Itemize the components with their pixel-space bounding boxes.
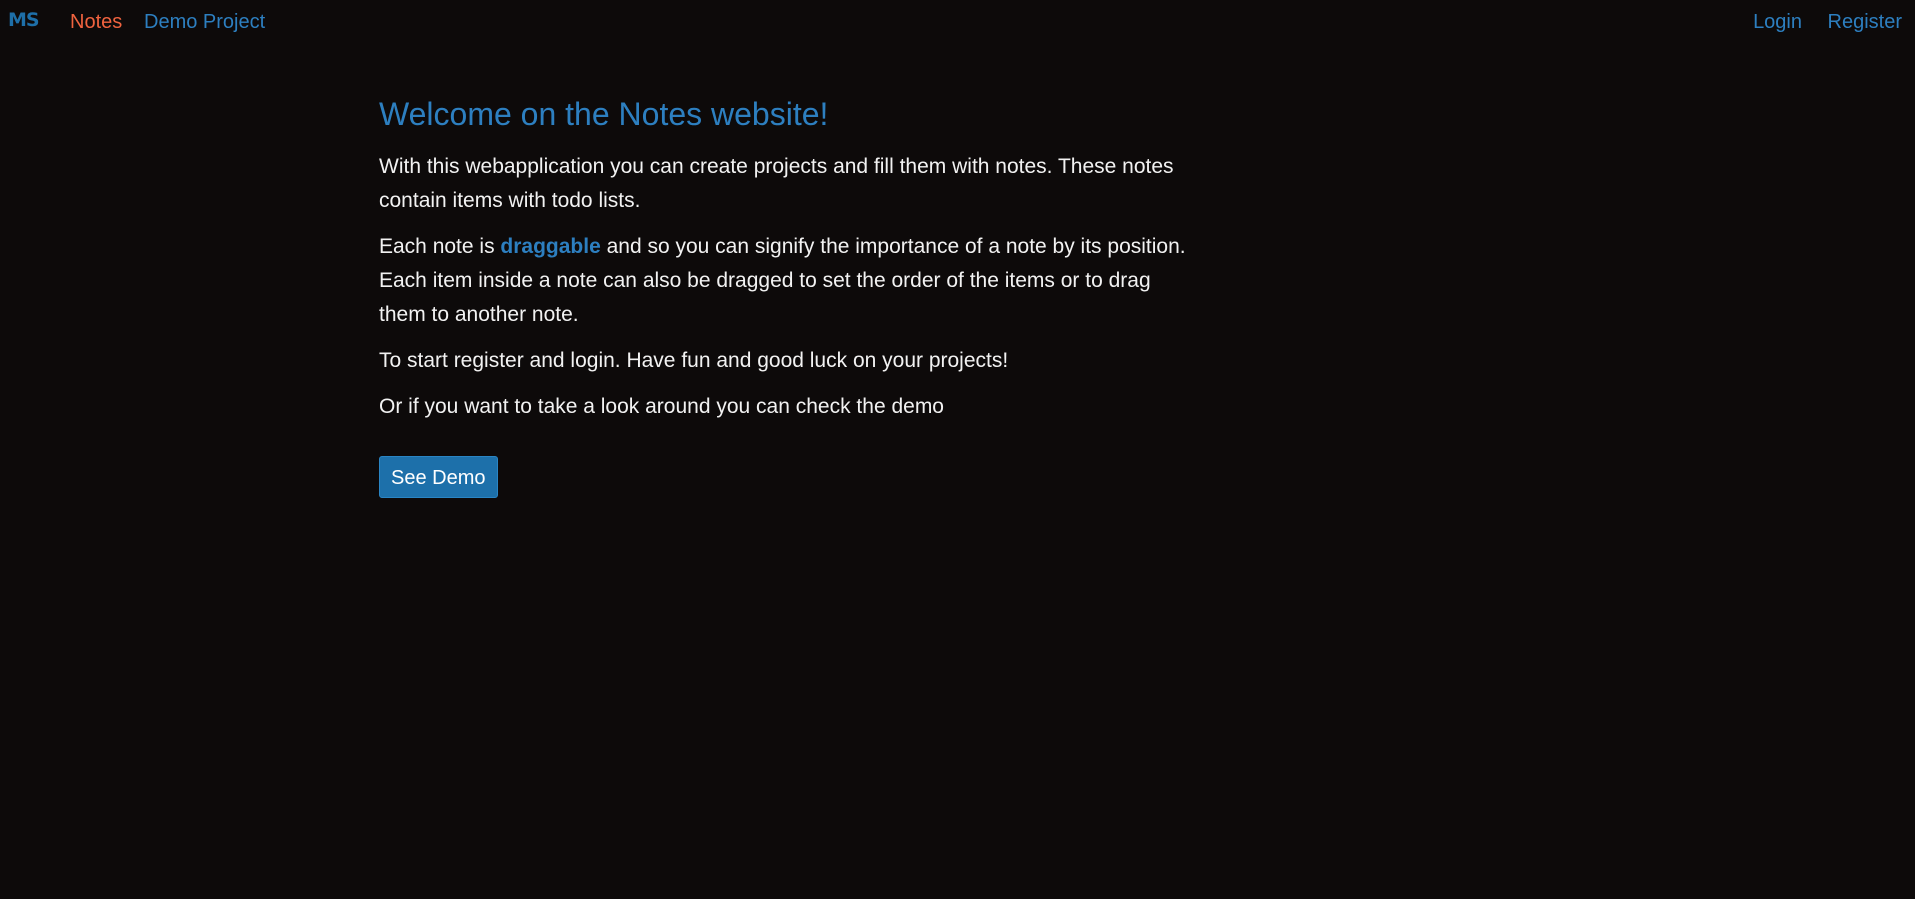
ms-logo[interactable]: MS [8, 9, 40, 31]
welcome-section: Welcome on the Notes website! With this … [379, 94, 1199, 498]
nav-link-login[interactable]: Login [1753, 10, 1802, 34]
nav-link-register[interactable]: Register [1828, 10, 1902, 34]
intro-paragraph: With this webapplication you can create … [379, 155, 1174, 212]
nav-link-notes[interactable]: Notes [70, 10, 122, 34]
draggable-highlight: draggable [500, 235, 601, 258]
nav-link-demo-project[interactable]: Demo Project [144, 10, 265, 34]
navbar: MS Notes Demo Project Login Register [0, 0, 1915, 44]
demo-hint-paragraph: Or if you want to take a look around you… [379, 395, 944, 418]
drag-prefix-text: Each note is [379, 235, 501, 258]
page-title: Welcome on the Notes website! [379, 96, 829, 132]
drag-paragraph: Each note is draggable and so you can si… [379, 230, 1199, 332]
see-demo-button[interactable]: See Demo [379, 456, 498, 498]
start-paragraph: To start register and login. Have fun an… [379, 349, 1009, 372]
